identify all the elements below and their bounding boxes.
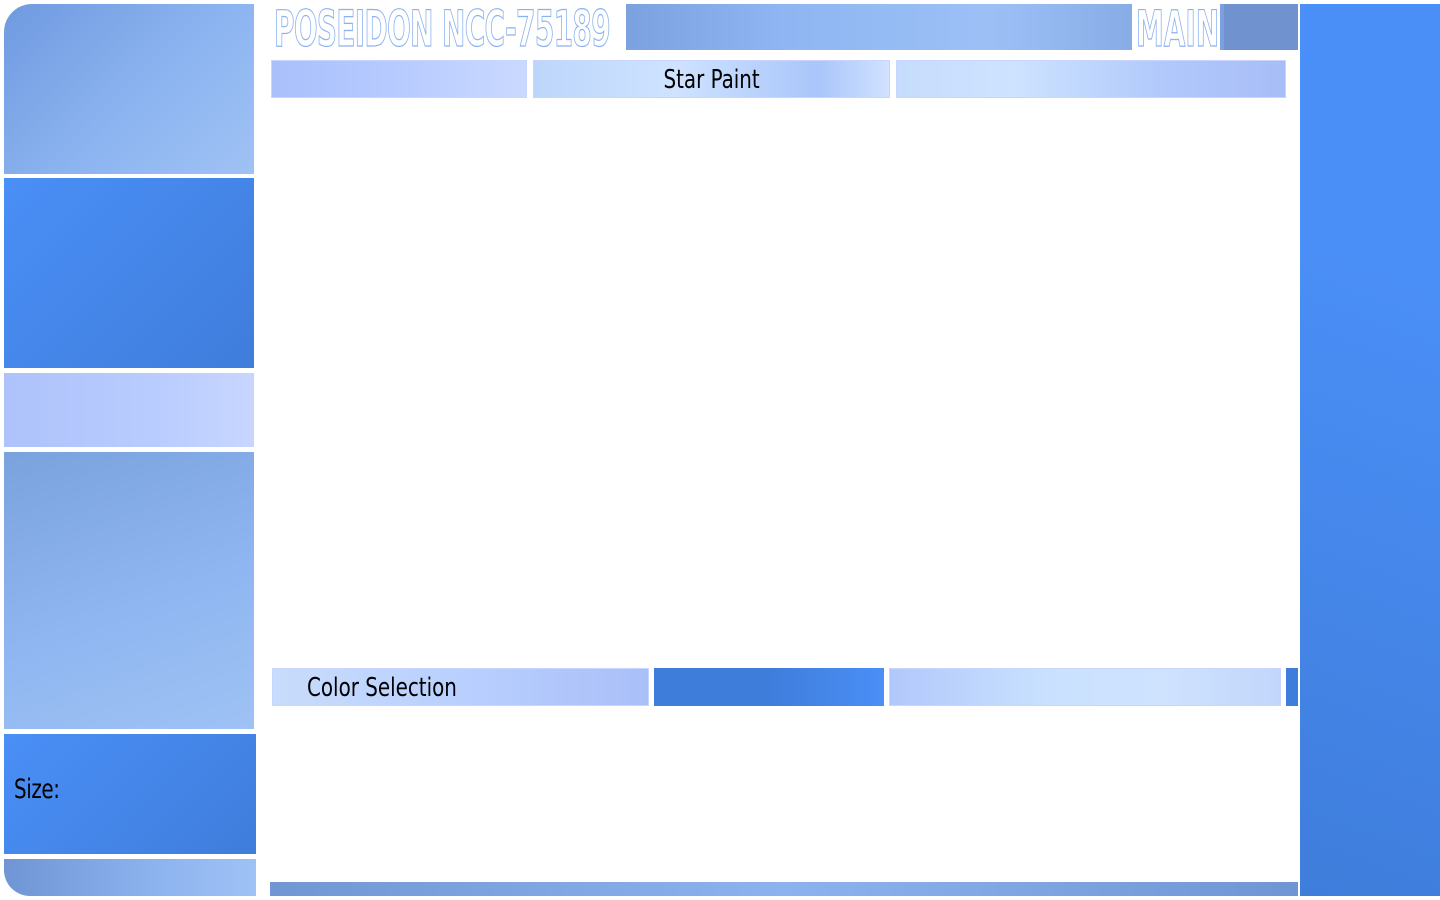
left-panel-top [4, 4, 254, 174]
paint-canvas[interactable] [266, 104, 1294, 660]
size-panel[interactable]: Size: [4, 734, 256, 854]
header-end-block [1224, 4, 1298, 50]
section-title-text: MAIN [1136, 0, 1220, 59]
ship-name-text: POSEIDON NCC-75189 [274, 0, 611, 59]
left-panel-button-3[interactable] [4, 452, 254, 729]
color-selection-title: Color Selection [307, 673, 457, 703]
canvas-header-right[interactable] [896, 60, 1286, 98]
color-header-right[interactable] [889, 668, 1281, 706]
section-title: MAIN [1132, 0, 1220, 59]
color-selection-header: Color Selection [272, 668, 649, 706]
color-header-mid[interactable] [654, 668, 884, 706]
color-header-end [1286, 668, 1298, 706]
ship-title: POSEIDON NCC-75189 [270, 0, 626, 59]
app-title: Star Paint [663, 65, 760, 95]
canvas-header-left[interactable] [271, 60, 527, 98]
left-panel-button-1[interactable] [4, 178, 254, 368]
size-label: Size: [14, 774, 60, 805]
canvas-header-title: Star Paint [533, 60, 890, 98]
left-panel-button-2[interactable] [4, 373, 254, 447]
footer-bar [270, 882, 1298, 896]
color-selection-panel[interactable] [256, 708, 1300, 880]
header-bar: POSEIDON NCC-75189 MAIN [270, 0, 1298, 59]
right-sidebar [1300, 4, 1440, 896]
left-panel-bottom [4, 859, 256, 896]
